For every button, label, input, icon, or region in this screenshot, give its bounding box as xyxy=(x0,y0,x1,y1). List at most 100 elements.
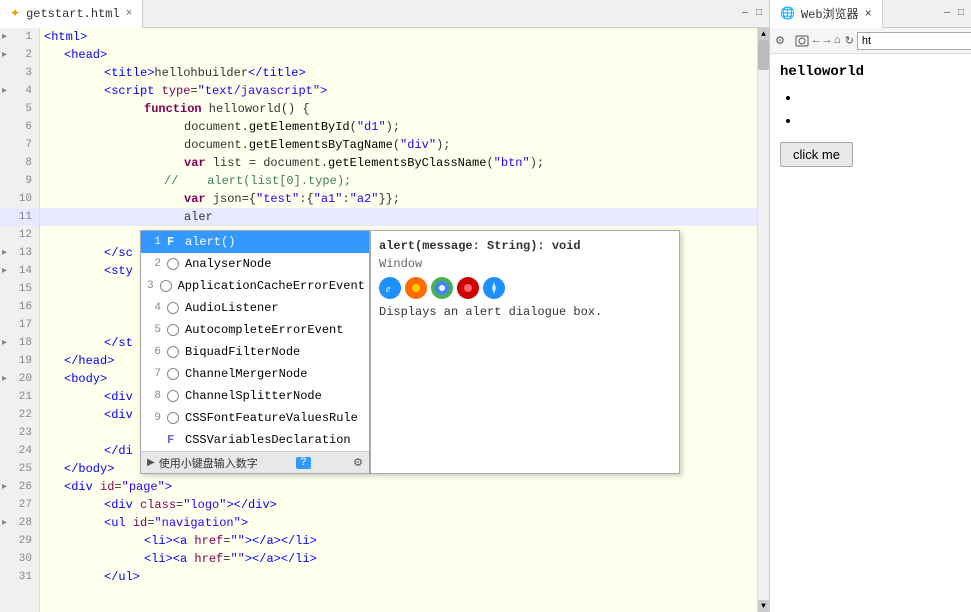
line-num-4: ▸4 xyxy=(0,82,39,100)
line-num-2: ▸2 xyxy=(0,46,39,64)
line-num-6: 6 xyxy=(0,118,39,136)
code-line-1: <html> xyxy=(40,28,757,46)
line-num-20: ▸20 xyxy=(0,370,39,388)
info-popup: alert(message: String): void Window e xyxy=(370,230,680,474)
autocomplete-item-5[interactable]: 5 AutocompleteErrorEvent xyxy=(141,319,369,341)
code-line-3: <title>hellohbuilder</title> xyxy=(40,64,757,82)
editor-scrollbar[interactable]: ▲ ▼ xyxy=(757,28,769,612)
line-num-14: ▸14 xyxy=(0,262,39,280)
browser-minimize-btn[interactable]: — xyxy=(941,8,953,19)
function-icon-10: F xyxy=(167,433,179,447)
browser-tab[interactable]: 🌐 Web浏览器 × xyxy=(770,0,883,28)
autocomplete-item-6[interactable]: 6 BiquadFilterNode xyxy=(141,341,369,363)
scroll-down-arrow[interactable]: ▼ xyxy=(758,600,769,612)
item-num-3: 3 xyxy=(147,280,154,292)
editor-tab-close[interactable]: × xyxy=(126,8,133,20)
autocomplete-item-8[interactable]: 8 ChannelSplitterNode xyxy=(141,385,369,407)
line-num-13: ▸13 xyxy=(0,244,39,262)
editor-minimize-btn[interactable]: — xyxy=(739,8,751,19)
browser-list-item-2 xyxy=(800,113,961,128)
info-desc: Displays an alert dialogue box. xyxy=(379,305,671,319)
item-num-7: 7 xyxy=(147,368,161,380)
line-num-9: 9 xyxy=(0,172,39,190)
autocomplete-footer: ▶ 使用小键盘输入数字 ? ⚙ xyxy=(141,451,369,473)
browser-tab-close[interactable]: × xyxy=(865,7,872,21)
line-num-19: 19 xyxy=(0,352,39,370)
item-num-6: 6 xyxy=(147,346,161,358)
footer-arrow-icon: ▶ xyxy=(147,457,155,469)
line-num-27: 27 xyxy=(0,496,39,514)
autocomplete-item-10[interactable]: F CSSVariablesDeclaration xyxy=(141,429,369,451)
line-num-25: 25 xyxy=(0,460,39,478)
footer-help-icon[interactable]: ? xyxy=(296,457,311,469)
editor-tab-bar: ✦ getstart.html × — □ xyxy=(0,0,769,28)
code-line-5: function helloworld() { xyxy=(40,100,757,118)
item-num-9: 9 xyxy=(147,412,161,424)
code-line-4: <script type="text/javascript"> xyxy=(40,82,757,100)
autocomplete-item-1[interactable]: 1 F alert() xyxy=(141,231,369,253)
autocomplete-item-3[interactable]: 3 ApplicationCacheErrorEvent xyxy=(141,275,369,297)
autocomplete-item-4[interactable]: 4 AudioListener xyxy=(141,297,369,319)
footer-text: 使用小键盘输入数字 xyxy=(159,455,258,471)
footer-gear-icon[interactable]: ⚙ xyxy=(353,456,363,470)
line-num-11: 11 xyxy=(0,208,39,226)
item-num-1: 1 xyxy=(147,236,161,248)
firefox-icon xyxy=(405,277,427,299)
editor-tab-title: getstart.html xyxy=(26,7,120,21)
scroll-up-arrow[interactable]: ▲ xyxy=(758,28,769,40)
browser-heading: helloworld xyxy=(780,64,961,80)
info-signature: alert(message: String): void xyxy=(379,239,671,253)
browser-forward-btn[interactable]: → xyxy=(822,31,831,51)
browser-refresh-btn[interactable]: ↻ xyxy=(844,31,855,51)
code-line-11: aler xyxy=(40,208,757,226)
code-line-31: </ul> xyxy=(40,568,757,586)
item-num-8: 8 xyxy=(147,390,161,402)
code-line-28: <ul id="navigation"> xyxy=(40,514,757,532)
line-num-8: 8 xyxy=(0,154,39,172)
browser-address-bar[interactable] xyxy=(857,32,971,50)
scroll-thumb[interactable] xyxy=(758,40,769,70)
code-line-2: <head> xyxy=(40,46,757,64)
editor-title-buttons: — □ xyxy=(739,8,769,19)
line-num-28: ▸28 xyxy=(0,514,39,532)
item-num-2: 2 xyxy=(147,258,161,270)
click-me-button[interactable]: click me xyxy=(780,142,853,167)
safari-icon xyxy=(483,277,505,299)
line-num-1: ▸1 xyxy=(0,28,39,46)
line-num-10: 10 xyxy=(0,190,39,208)
editor-maximize-btn[interactable]: □ xyxy=(753,8,765,19)
item-num-4: 4 xyxy=(147,302,161,314)
item-label-5: AutocompleteErrorEvent xyxy=(185,323,363,337)
object-icon-6 xyxy=(167,346,179,358)
browser-list-item-1 xyxy=(800,90,961,105)
line-num-16: 16 xyxy=(0,298,39,316)
line-num-17: 17 xyxy=(0,316,39,334)
item-label-6: BiquadFilterNode xyxy=(185,345,363,359)
svg-text:e: e xyxy=(386,284,391,295)
line-num-21: 21 xyxy=(0,388,39,406)
autocomplete-list[interactable]: 1 F alert() 2 AnalyserNode 3 Application… xyxy=(140,230,370,474)
line-num-15: 15 xyxy=(0,280,39,298)
browser-back-btn[interactable]: ← xyxy=(812,31,821,51)
browser-content: helloworld click me xyxy=(770,54,971,612)
autocomplete-item-2[interactable]: 2 AnalyserNode xyxy=(141,253,369,275)
editor-panel: ✦ getstart.html × — □ ▸1 ▸2 3 ▸4 5 6 7 8… xyxy=(0,0,770,612)
browser-screenshot-btn[interactable] xyxy=(794,31,810,51)
chrome-icon xyxy=(431,277,453,299)
editor-tab[interactable]: ✦ getstart.html × xyxy=(0,0,143,28)
browser-panel: 🌐 Web浏览器 × — □ ⚙ ← → ⌂ ↻ helloworld clic… xyxy=(770,0,971,612)
autocomplete-item-7[interactable]: 7 ChannelMergerNode xyxy=(141,363,369,385)
browser-home-btn[interactable]: ⌂ xyxy=(833,31,842,51)
browser-tab-title: Web浏览器 xyxy=(801,5,859,22)
browser-maximize-btn[interactable]: □ xyxy=(955,8,967,19)
code-line-10: var json={"test":{"a1":"a2"}}; xyxy=(40,190,757,208)
line-numbers: ▸1 ▸2 3 ▸4 5 6 7 8 9 10 11 12 ▸13 ▸14 15… xyxy=(0,28,40,612)
autocomplete-item-9[interactable]: 9 CSSFontFeatureValuesRule xyxy=(141,407,369,429)
item-label-1: alert() xyxy=(185,235,363,249)
code-line-26: <div id="page"> xyxy=(40,478,757,496)
browser-settings-btn[interactable]: ⚙ xyxy=(774,31,786,51)
line-num-5: 5 xyxy=(0,100,39,118)
scroll-track[interactable] xyxy=(758,40,769,600)
item-label-2: AnalyserNode xyxy=(185,257,363,271)
object-icon-9 xyxy=(167,412,179,424)
